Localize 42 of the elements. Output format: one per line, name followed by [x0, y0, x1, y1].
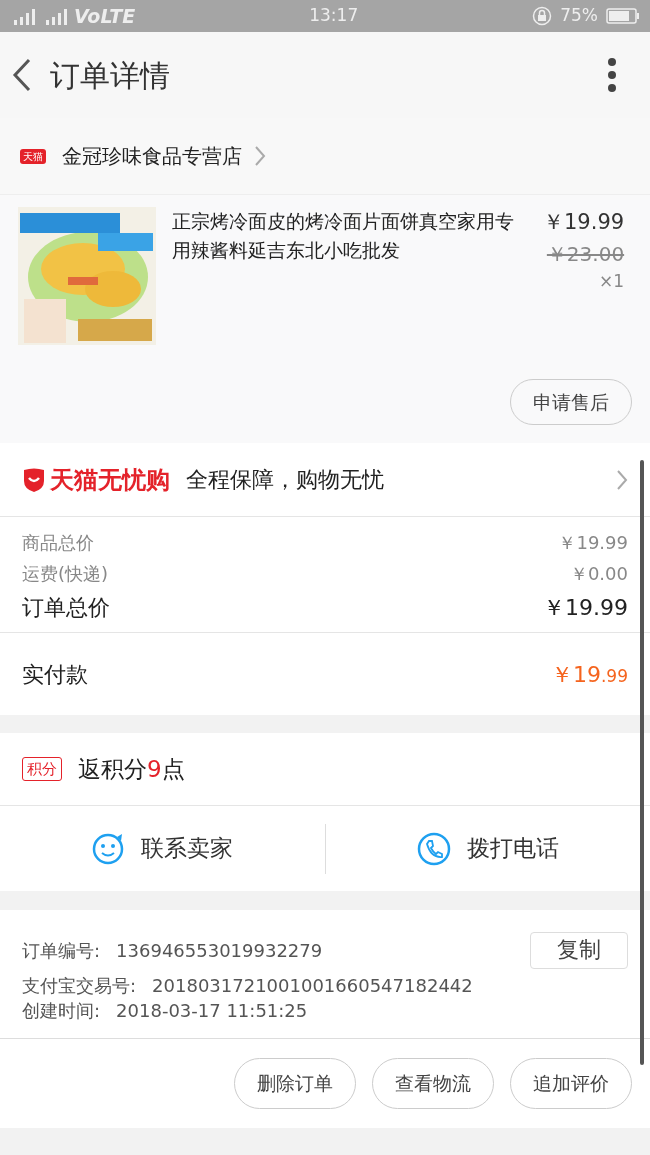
summary-value: ￥19.99 — [543, 594, 628, 622]
info-value: 2018031721001001660547182442 — [152, 973, 473, 998]
phone-icon — [416, 831, 451, 866]
price-text: ￥19.99 — [543, 209, 625, 236]
action-button[interactable]: 查看物流 — [372, 1058, 494, 1109]
store-badge: 天猫 — [20, 148, 46, 164]
info-value: 136946553019932279 — [116, 938, 323, 963]
info-label: 订单编号: — [22, 938, 101, 963]
chat-icon — [91, 831, 126, 866]
product-title: 正宗烤冷面皮的烤冷面片面饼真空家用专用辣酱料延吉东北小吃批发 — [172, 209, 515, 263]
battery-percent: 75% — [560, 4, 598, 28]
copy-button[interactable]: 复制 — [530, 932, 628, 969]
shop-name: 金冠珍味食品专营店 — [62, 143, 242, 170]
action-button[interactable]: 追加评价 — [510, 1058, 632, 1109]
summary-label: 订单总价 — [22, 594, 110, 622]
points-badge: 积分 — [22, 756, 62, 782]
points-text: 返积分9点 — [78, 754, 185, 784]
more-icon — [606, 57, 618, 93]
network-label: VoLTE — [74, 3, 136, 29]
summary-value: ￥19.99 — [558, 531, 628, 555]
info-label: 创建时间: — [22, 999, 101, 1023]
page-title: 订单详情 — [50, 56, 170, 95]
paid-label: 实付款 — [22, 660, 88, 689]
info-label: 支付宝交易号: — [22, 973, 137, 998]
brand-logo: 天猫无忧购 — [50, 464, 170, 496]
battery-icon — [606, 7, 640, 25]
shield-icon — [22, 466, 46, 493]
action-button[interactable]: 删除订单 — [234, 1058, 356, 1109]
time-text: 13:17 — [309, 4, 359, 28]
chevron-right-icon — [616, 468, 628, 491]
summary-label: 商品总价 — [22, 531, 94, 555]
guarantee-text: 全程保障，购物无忧 — [186, 466, 384, 494]
contact-button[interactable]: 拨打电话 — [466, 831, 559, 866]
contact-button[interactable]: 联系卖家 — [141, 831, 234, 866]
quantity-text: ×1 — [599, 269, 625, 293]
summary-value: ￥0.00 — [569, 562, 628, 586]
summary-label: 运费(快递) — [22, 562, 109, 586]
paid-amount: ￥19.99 — [550, 660, 628, 689]
original-price: ￥23.00 — [546, 240, 625, 268]
rotation-lock-icon — [532, 6, 553, 26]
info-value: 2018-03-17 11:51:25 — [116, 999, 308, 1023]
chevron-right-icon — [254, 145, 266, 167]
